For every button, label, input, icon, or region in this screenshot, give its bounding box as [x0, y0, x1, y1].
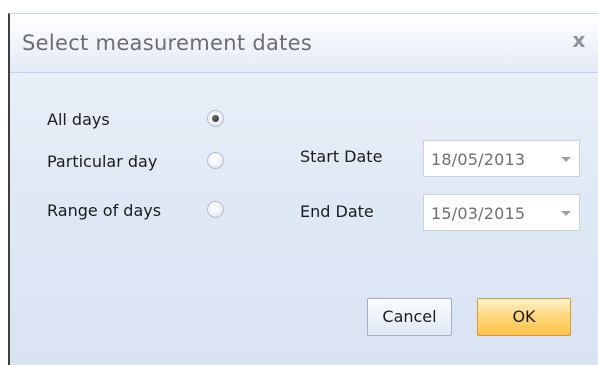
option-all-days-label: All days [47, 110, 110, 129]
end-date-picker[interactable]: 15/03/2015 [423, 194, 580, 231]
chevron-down-icon[interactable] [561, 157, 571, 162]
ok-button[interactable]: OK [477, 298, 571, 336]
option-particular-day-label: Particular day [47, 152, 158, 171]
range-of-days-radio[interactable] [207, 201, 224, 218]
chevron-down-icon[interactable] [561, 211, 571, 216]
dialog-titlebar[interactable]: Select measurement dates x [10, 14, 598, 73]
cancel-button[interactable]: Cancel [367, 298, 452, 336]
radio-selected-dot [212, 115, 219, 122]
particular-day-radio[interactable] [207, 152, 224, 169]
start-date-picker[interactable]: 18/05/2013 [423, 140, 580, 177]
end-date-label: End Date [300, 202, 374, 221]
dialog-title: Select measurement dates [22, 31, 313, 55]
select-dates-dialog: Select measurement dates x All days Part… [8, 13, 598, 365]
option-range-of-days[interactable]: Range of days [47, 199, 247, 225]
close-button[interactable]: x [564, 26, 594, 54]
close-icon: x [572, 28, 586, 52]
option-all-days[interactable]: All days [47, 108, 247, 134]
option-particular-day[interactable]: Particular day [47, 150, 247, 176]
start-date-value: 18/05/2013 [431, 150, 526, 169]
all-days-radio[interactable] [207, 110, 224, 127]
option-range-of-days-label: Range of days [47, 201, 162, 220]
end-date-value: 15/03/2015 [431, 204, 526, 223]
start-date-label: Start Date [300, 147, 383, 166]
